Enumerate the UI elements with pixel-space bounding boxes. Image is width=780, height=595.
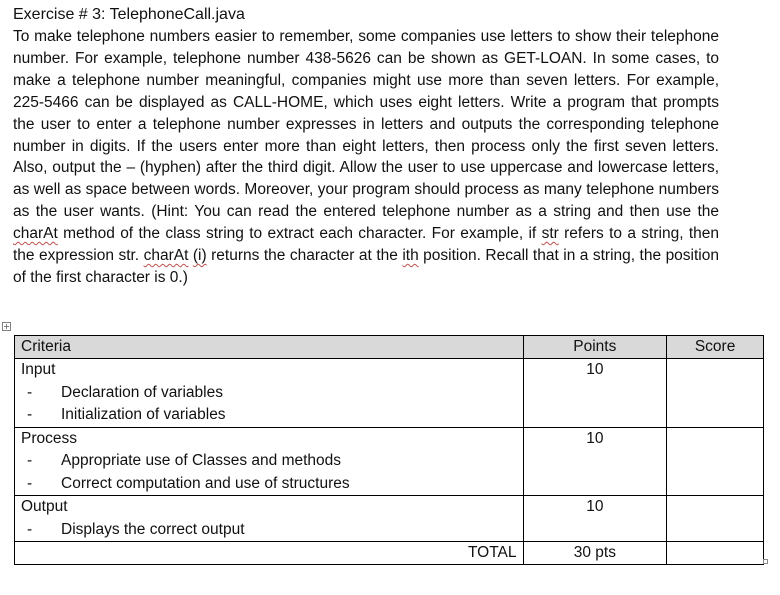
bullet-dash: - <box>27 474 33 492</box>
table-header-row: Criteria Points Score <box>14 335 764 359</box>
criteria-cell: Output - Displays the correct output <box>14 495 524 542</box>
spellcheck-word-str: str <box>541 225 559 243</box>
table-resize-handle-icon[interactable] <box>763 559 768 564</box>
table-row-total: TOTAL 30 pts <box>14 541 764 565</box>
description-text: To make telephone numbers easier to reme… <box>13 28 719 221</box>
header-criteria: Criteria <box>14 335 524 359</box>
table-row-process: Process - Appropriate use of Classes and … <box>14 426 764 496</box>
criteria-cell: Process - Appropriate use of Classes and … <box>14 426 524 496</box>
table-move-handle-icon[interactable] <box>2 322 11 331</box>
spellcheck-word-charat: charAt <box>143 247 189 265</box>
points-value: 10 <box>586 361 604 378</box>
spellcheck-word-charat: charAt <box>13 225 58 243</box>
total-score[interactable] <box>666 541 764 565</box>
subitem-text: Displays the correct output <box>61 520 245 538</box>
rubric-table: Criteria Points Score Input - Declaration… <box>14 335 764 565</box>
table-row-input: Input - Declaration of variables - Initial… <box>14 358 764 428</box>
criterion-label: Input <box>21 361 56 378</box>
bullet-dash: - <box>27 383 33 401</box>
total-points: 30 pts <box>522 541 668 565</box>
bullet-dash: - <box>27 406 33 423</box>
points-value: 10 <box>586 429 604 447</box>
subitem-text: Correct computation and use of structure… <box>61 474 350 492</box>
subitem-text: Initialization of variables <box>61 406 226 423</box>
spellcheck-word-i: (i) <box>192 247 207 265</box>
subitem-text: Declaration of variables <box>61 383 223 401</box>
criterion-subitem: - Initialization of variables <box>21 404 517 427</box>
bullet-dash: - <box>27 452 33 469</box>
bullet-dash: - <box>27 520 33 538</box>
exercise-title: Exercise # 3: TelephoneCall.java <box>13 6 245 23</box>
spellcheck-word-ith: ith <box>402 247 419 265</box>
table-row-output: Output - Displays the correct output 10 <box>14 495 764 542</box>
total-label: TOTAL <box>14 541 524 565</box>
score-cell[interactable] <box>666 426 764 496</box>
header-points: Points <box>522 335 668 359</box>
exercise-description: To make telephone numbers easier to reme… <box>13 26 719 289</box>
description-text: method <box>57 225 121 243</box>
criterion-label: Process <box>21 429 77 447</box>
points-cell: 10 <box>522 495 668 542</box>
criterion-label: Output <box>21 498 68 515</box>
criterion-subitem: - Displays the correct output <box>21 519 517 542</box>
header-score: Score <box>666 335 764 359</box>
description-text: of the class string to extract each char… <box>120 225 542 243</box>
score-cell[interactable] <box>666 495 764 542</box>
criterion-subitem: - Correct computation and use of structur… <box>21 473 517 496</box>
score-cell[interactable] <box>666 358 764 428</box>
points-cell: 10 <box>522 426 668 496</box>
points-cell: 10 <box>522 358 668 428</box>
subitem-text: Appropriate use of Classes and methods <box>61 452 342 469</box>
description-text: returns the character at the <box>206 247 403 265</box>
criteria-cell: Input - Declaration of variables - Initial… <box>14 358 524 428</box>
criterion-subitem: - Appropriate use of Classes and methods <box>21 450 517 473</box>
criterion-subitem: - Declaration of variables <box>21 382 517 405</box>
points-value: 10 <box>586 498 604 515</box>
